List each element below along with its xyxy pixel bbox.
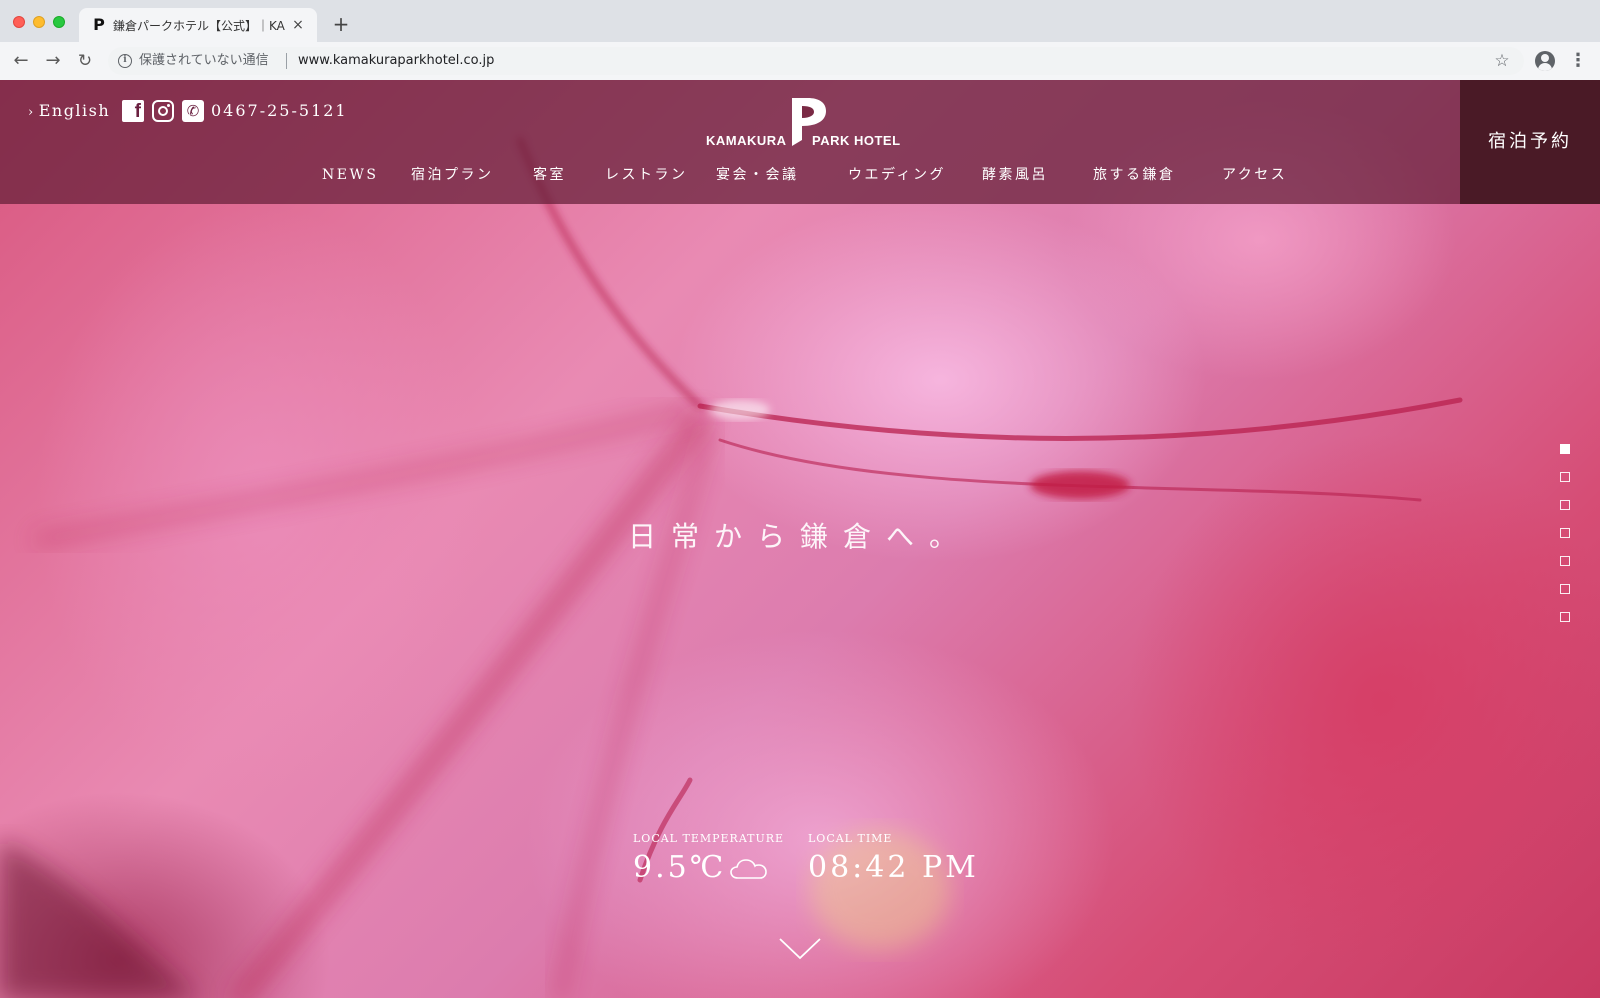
instagram-icon[interactable] [152,100,174,122]
scroll-down-chevron-icon[interactable] [779,938,821,960]
local-info: LOCAL TEMPERATURE 9.5℃ LOCAL TIME 08:42 … [633,832,1003,892]
slide-pager [1560,444,1572,624]
chevron-right-icon: › [28,105,35,120]
page-viewport: › English f ✆ 0467-25-5121 KAMAKURA PARK … [0,80,1600,998]
nav-item-rooms[interactable]: 客室 [533,164,566,186]
nav-item-news[interactable]: NEWS [322,164,378,186]
slide-dot[interactable] [1560,472,1570,482]
tab-close-icon[interactable]: × [289,16,307,34]
favicon-icon: P [93,15,105,34]
temperature-label: LOCAL TEMPERATURE [633,832,785,845]
phone-number[interactable]: 0467-25-5121 [211,100,348,122]
browser-menu-icon[interactable]: ⋮ [1568,50,1588,72]
minimize-window-button[interactable] [33,16,45,28]
nav-item-banquet[interactable]: 宴会・会議 [716,164,799,186]
english-link-label: English [38,101,111,120]
phone-icon[interactable]: ✆ [182,100,204,122]
hero-catchphrase: 日常から鎌倉へ。 [627,520,972,553]
temperature-value: 9.5℃ [633,850,727,885]
cloud-icon [730,859,767,879]
bookmark-star-icon[interactable]: ☆ [1492,51,1512,71]
browser-toolbar: ← → ↻ i 保護されていない通信 www.kamakuraparkhotel… [0,42,1600,80]
facebook-icon[interactable]: f [122,100,144,122]
close-window-button[interactable] [13,16,25,28]
profile-avatar-icon[interactable] [1535,51,1555,71]
english-link[interactable]: › English [28,100,110,122]
slide-dot[interactable] [1560,556,1570,566]
info-icon[interactable]: i [118,54,132,68]
main-nav: NEWS 宿泊プラン 客室 レストラン 宴会・会議 ウエディング 酵素風呂 旅す… [300,164,1300,186]
nav-item-access[interactable]: アクセス [1222,164,1287,186]
logo-text-kamakura: KAMAKURA [706,133,787,148]
nav-item-restaurant[interactable]: レストラン [605,164,688,186]
booking-button[interactable]: 宿泊予約 [1460,80,1600,204]
url-text[interactable]: www.kamakuraparkhotel.co.jp [298,52,494,70]
logo-text-park-hotel: PARK HOTEL [812,133,901,148]
time-label: LOCAL TIME [808,832,893,845]
slide-dot[interactable] [1560,528,1570,538]
forward-button[interactable]: → [42,50,64,72]
browser-tab[interactable]: P 鎌倉パークホテル【公式】｜KAMAKURA PARK HOTEL × [79,8,317,42]
address-divider [286,53,287,69]
site-header: › English f ✆ 0467-25-5121 KAMAKURA PARK … [0,80,1600,204]
slide-dot[interactable] [1560,444,1570,454]
nav-item-plans[interactable]: 宿泊プラン [411,164,494,186]
slide-dot[interactable] [1560,584,1570,594]
tab-title: 鎌倉パークホテル【公式】｜KAMAKURA PARK HOTEL [113,19,285,33]
slide-dot[interactable] [1560,500,1570,510]
nav-item-wedding[interactable]: ウエディング [848,164,946,186]
address-bar[interactable]: i 保護されていない通信 www.kamakuraparkhotel.co.jp… [108,47,1524,75]
nav-item-travel-kamakura[interactable]: 旅する鎌倉 [1093,164,1176,186]
reload-button[interactable]: ↻ [74,50,96,72]
back-button[interactable]: ← [10,50,32,72]
time-value: 08:42 PM [808,850,979,885]
hotel-logo[interactable]: KAMAKURA PARK HOTEL [700,96,900,152]
security-status[interactable]: 保護されていない通信 [139,52,269,70]
new-tab-button[interactable]: + [330,13,352,35]
nav-item-enzyme-bath[interactable]: 酵素風呂 [982,164,1048,186]
maximize-window-button[interactable] [53,16,65,28]
tab-strip: P 鎌倉パークホテル【公式】｜KAMAKURA PARK HOTEL × + [0,0,1600,42]
slide-dot[interactable] [1560,612,1570,622]
browser-chrome: P 鎌倉パークホテル【公式】｜KAMAKURA PARK HOTEL × + ←… [0,0,1600,80]
